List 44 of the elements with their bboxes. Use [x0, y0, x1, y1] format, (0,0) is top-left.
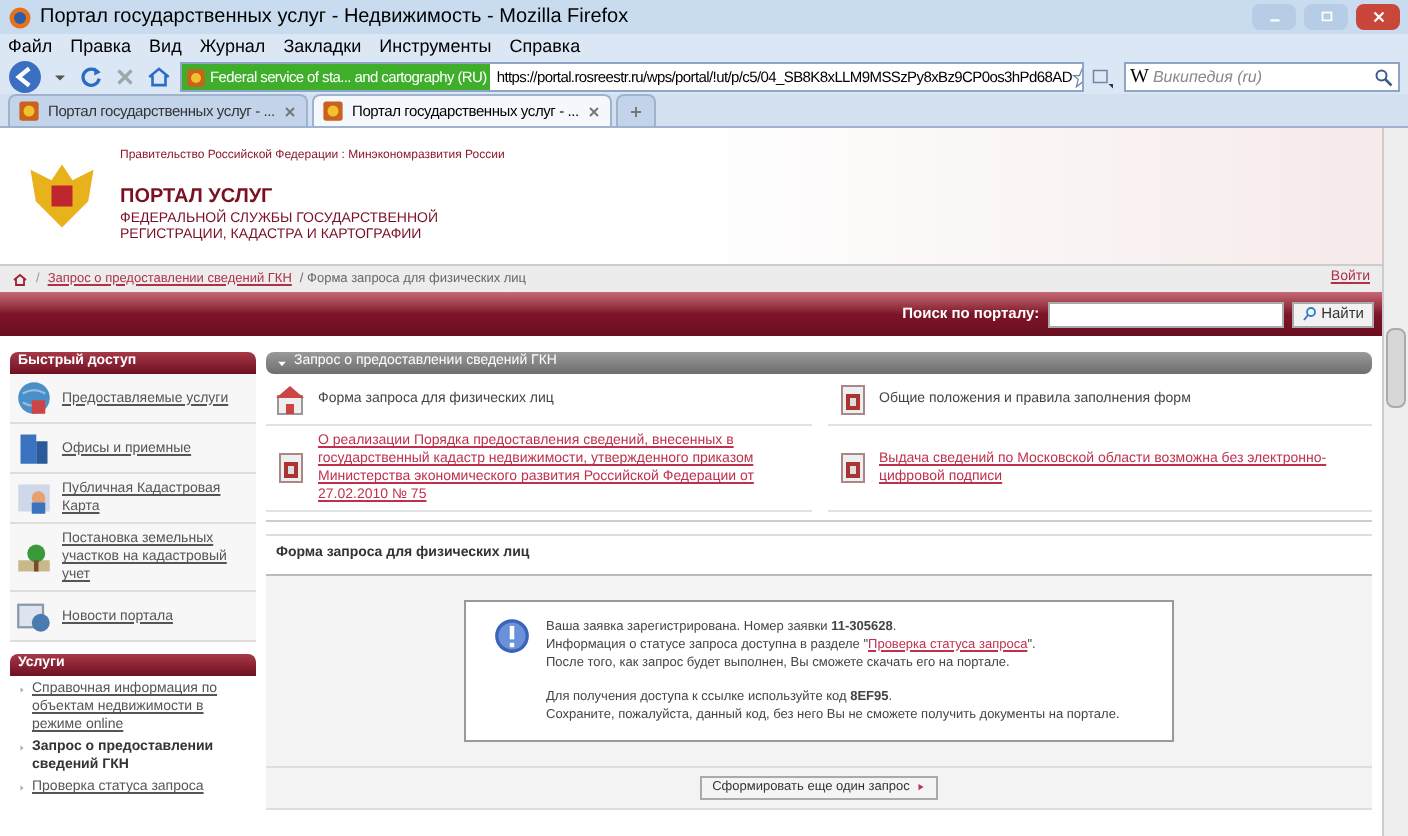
map-icon: [16, 480, 52, 516]
window-title: Портал государственных услуг - Недвижимость - Mozilla Firefox: [40, 4, 631, 32]
home-icon[interactable]: [146, 64, 172, 90]
document-icon: [835, 450, 867, 486]
menu-item[interactable]: Вид: [149, 33, 182, 61]
building-icon: [16, 430, 52, 466]
menu-item[interactable]: Закладки: [283, 33, 362, 61]
menu-item[interactable]: Правка: [70, 33, 132, 61]
emblem-icon: [186, 67, 206, 87]
firefox-icon: [8, 5, 32, 29]
search-icon: [1301, 306, 1318, 322]
translate-icon[interactable]: [1092, 65, 1116, 89]
caret-icon[interactable]: [276, 357, 288, 369]
search-engine-icon: W: [1130, 62, 1149, 92]
menu-item[interactable]: Журнал: [199, 33, 266, 61]
plus-icon: [628, 103, 644, 119]
globe-icon: [16, 380, 52, 416]
emblem-icon: [18, 100, 40, 122]
back-icon[interactable]: [8, 60, 42, 94]
emblem-icon: [322, 100, 344, 122]
portal-title: ПОРТАЛ УСЛУГ: [120, 184, 275, 209]
web-search-input[interactable]: Википедия (ru): [1152, 65, 1370, 89]
reload-icon[interactable]: [78, 64, 104, 90]
arrow-icon: [915, 782, 926, 792]
portal-search-field[interactable]: [1047, 301, 1284, 327]
menu-item[interactable]: Справка: [509, 33, 581, 61]
new-tab-button[interactable]: [616, 94, 656, 126]
document-icon: [274, 450, 306, 486]
close-icon[interactable]: [282, 103, 299, 119]
close-icon: [1369, 8, 1387, 26]
web-search-field[interactable]: W Википедия (ru): [1124, 62, 1400, 92]
search-icon[interactable]: [1374, 67, 1394, 87]
menu-item[interactable]: Файл: [8, 33, 53, 61]
home-icon[interactable]: [12, 271, 28, 287]
close-button[interactable]: [1356, 4, 1400, 30]
scrollbar[interactable]: [1382, 128, 1408, 836]
info-icon: [494, 617, 530, 653]
document-icon: [835, 381, 867, 417]
news-icon: [16, 598, 52, 634]
menu-item[interactable]: Инструменты: [379, 33, 492, 61]
maximize-icon: [1317, 8, 1335, 26]
house-document-icon: [274, 381, 306, 417]
tree-icon: [16, 539, 52, 575]
close-icon[interactable]: [586, 103, 603, 119]
